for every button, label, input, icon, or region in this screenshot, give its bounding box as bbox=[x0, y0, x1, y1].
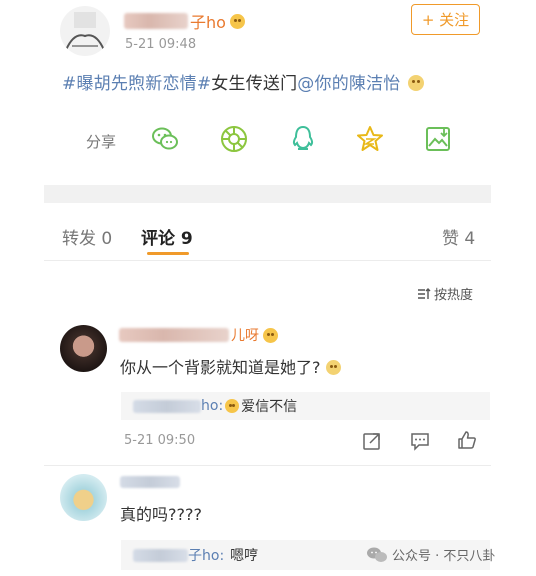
comment-divider bbox=[44, 465, 491, 466]
tab-divider bbox=[44, 260, 491, 261]
sort-toggle[interactable]: 按热度 bbox=[417, 284, 473, 303]
tab-likes[interactable]: 赞 4 bbox=[442, 224, 475, 249]
repost-icon[interactable] bbox=[362, 431, 382, 455]
commenter-name[interactable] bbox=[120, 476, 180, 488]
sort-icon bbox=[418, 287, 431, 299]
tab-repost[interactable]: 转发 0 bbox=[62, 224, 112, 249]
post-time: 5-21 09:48 bbox=[125, 37, 197, 52]
comment-text: 你从一个背影就知道是她了? bbox=[120, 354, 341, 378]
follow-button[interactable]: + 关注 bbox=[411, 4, 480, 35]
share-label: 分享 bbox=[86, 133, 117, 151]
comment-text: 真的吗???? bbox=[120, 505, 202, 524]
wechat-icon[interactable] bbox=[150, 124, 180, 158]
moments-icon[interactable] bbox=[219, 124, 249, 158]
reply-box[interactable]: ho: 爱信不信 bbox=[121, 392, 490, 420]
tab-comments[interactable]: 评论 9 bbox=[141, 224, 193, 249]
topic-link[interactable]: #曝胡先煦新恋情# bbox=[62, 74, 211, 94]
save-image-icon[interactable] bbox=[423, 124, 453, 158]
comment-time: 5-21 09:50 bbox=[124, 433, 196, 448]
watermark: 公众号 · 不只八卦 bbox=[366, 545, 495, 564]
mention-link[interactable]: @你的陳洁怡 bbox=[297, 74, 400, 94]
emoji-icon bbox=[229, 13, 245, 29]
author-name[interactable]: 子ho bbox=[124, 10, 245, 32]
tab-active-indicator bbox=[147, 252, 189, 255]
qq-icon[interactable] bbox=[288, 124, 318, 158]
author-avatar[interactable] bbox=[60, 6, 110, 56]
commenter-name[interactable]: 儿呀 bbox=[119, 325, 278, 345]
qzone-icon[interactable] bbox=[355, 124, 385, 158]
commenter-avatar[interactable] bbox=[60, 474, 107, 521]
section-divider bbox=[44, 185, 491, 203]
commenter-avatar[interactable] bbox=[60, 325, 107, 372]
like-icon[interactable] bbox=[457, 430, 477, 454]
emoji-icon bbox=[325, 360, 341, 375]
post-text: #曝胡先煦新恋情#女生传送门@你的陳洁怡 bbox=[62, 69, 425, 94]
emoji-icon bbox=[225, 399, 240, 413]
comment-icon[interactable] bbox=[410, 431, 430, 455]
wechat-official-icon bbox=[367, 547, 387, 562]
emoji-icon bbox=[408, 75, 425, 91]
emoji-icon bbox=[263, 327, 278, 343]
